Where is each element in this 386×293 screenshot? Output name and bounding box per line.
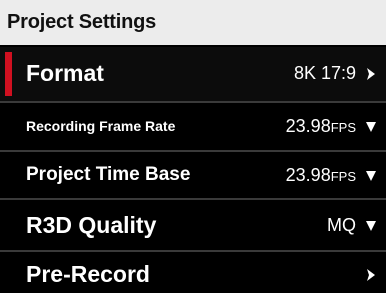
menu-item-pre-record[interactable]: Pre-Record (0, 250, 386, 293)
chevron-right-icon (367, 269, 375, 281)
chevron-down-icon (366, 122, 376, 132)
menu-item-value: 23.98FPS (285, 116, 356, 136)
menu-header: Project Settings (0, 0, 386, 47)
chevron-right-icon (367, 68, 375, 80)
chevron-down-icon (366, 221, 376, 231)
menu-item-label: Project Time Base (26, 164, 191, 185)
menu-item-project-time-base[interactable]: Project Time Base 23.98FPS (0, 150, 386, 198)
menu-item-label: Recording Frame Rate (26, 118, 176, 134)
menu-item-format[interactable]: Format 8K 17:9 (0, 47, 386, 101)
page-title: Project Settings (7, 11, 157, 33)
menu-item-value: 8K 17:9 (293, 63, 356, 83)
menu-item-label: Pre-Record (26, 261, 150, 287)
menu-item-label: R3D Quality (26, 212, 157, 238)
menu-item-r3d-quality[interactable]: R3D Quality MQ (0, 198, 386, 250)
selection-indicator (5, 52, 12, 96)
chevron-down-icon (366, 171, 376, 181)
menu-item-recording-frame-rate[interactable]: Recording Frame Rate 23.98FPS (0, 101, 386, 150)
menu-item-value: MQ (327, 215, 356, 235)
project-settings-screen: Project Settings Format 8K 17:9 Recordin… (0, 0, 386, 293)
menu-item-value: 23.98FPS (285, 165, 356, 185)
menu-item-label: Format (26, 60, 104, 86)
